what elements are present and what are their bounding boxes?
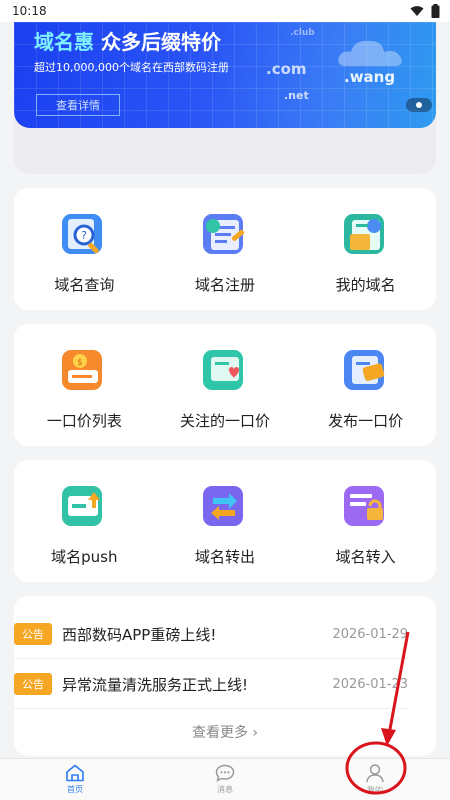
notice-date: 2026-01-23 bbox=[332, 676, 408, 692]
view-more-link[interactable]: 查看更多 › bbox=[0, 722, 450, 742]
home-icon bbox=[66, 764, 84, 782]
bottom-navigation: 首页 消息 我的 bbox=[0, 758, 450, 800]
banner-tld-com: .com bbox=[266, 60, 307, 78]
notice-date: 2026-01-29 bbox=[332, 626, 408, 642]
notice-tag: 公告 bbox=[14, 623, 52, 645]
notice-item[interactable]: 公告 异常流量清洗服务正式上线! 2026-01-23 bbox=[14, 671, 408, 697]
fixed-price-card: $ 一口价列表 关注的一口价 发布一口价 bbox=[14, 324, 436, 446]
battery-icon bbox=[431, 4, 440, 18]
banner-title-rest: 众多后缀特价 bbox=[100, 30, 221, 54]
domain-transfer-out-icon bbox=[203, 486, 243, 526]
nav-home[interactable]: 首页 bbox=[0, 759, 150, 800]
tile-publish-fixed-price[interactable]: 发布一口价 bbox=[295, 324, 436, 446]
svg-text:$: $ bbox=[77, 358, 83, 368]
carousel-indicator bbox=[406, 98, 432, 112]
tile-domain-transfer-out[interactable]: 域名转出 bbox=[155, 460, 296, 582]
tile-my-domain-label: 我的域名 bbox=[335, 276, 396, 294]
tile-fixed-price-list-label: 一口价列表 bbox=[46, 412, 122, 430]
domain-tools-card: ? 域名查询 域名注册 我的域名 bbox=[14, 188, 436, 310]
publish-fixed-price-icon bbox=[343, 350, 384, 390]
tile-domain-register-label: 域名注册 bbox=[195, 276, 256, 294]
tile-followed-fixed-price-label: 关注的一口价 bbox=[180, 412, 271, 430]
tile-publish-fixed-price-label: 发布一口价 bbox=[328, 412, 404, 430]
tile-my-domain[interactable]: 我的域名 bbox=[295, 188, 436, 310]
promo-banner[interactable]: .club .com .net .wang 域名惠 众多后缀特价 超过10,00… bbox=[14, 22, 436, 128]
user-icon bbox=[366, 764, 384, 783]
domain-push-icon bbox=[62, 486, 103, 526]
notice-title: 异常流量清洗服务正式上线! bbox=[62, 675, 249, 694]
notice-title: 西部数码APP重磅上线! bbox=[62, 625, 217, 644]
status-time: 10:18 bbox=[12, 4, 47, 18]
notice-divider bbox=[14, 708, 408, 709]
banner-title: 域名惠 众多后缀特价 bbox=[34, 26, 221, 55]
nav-messages[interactable]: 消息 bbox=[150, 759, 300, 800]
nav-mine-label: 我的 bbox=[367, 786, 383, 795]
notice-tag: 公告 bbox=[14, 673, 52, 695]
tile-domain-push-label: 域名push bbox=[51, 548, 118, 566]
tile-domain-register[interactable]: 域名注册 bbox=[155, 188, 296, 310]
nav-mine[interactable]: 我的 bbox=[300, 759, 450, 800]
wifi-icon bbox=[410, 6, 424, 16]
nav-messages-label: 消息 bbox=[217, 785, 233, 794]
tile-domain-search[interactable]: ? 域名查询 bbox=[14, 188, 155, 310]
notice-item[interactable]: 公告 西部数码APP重磅上线! 2026-01-29 bbox=[14, 621, 408, 647]
domain-search-icon: ? bbox=[62, 214, 103, 254]
status-bar: 10:18 bbox=[0, 0, 450, 22]
tile-domain-transfer-in[interactable]: 域名转入 bbox=[295, 460, 436, 582]
banner-tld-club: .club bbox=[290, 28, 315, 38]
banner-title-highlight: 域名惠 bbox=[34, 30, 94, 54]
tile-followed-fixed-price[interactable]: 关注的一口价 bbox=[155, 324, 296, 446]
domain-register-icon bbox=[203, 214, 245, 254]
nav-home-label: 首页 bbox=[67, 785, 83, 794]
tile-domain-transfer-in-label: 域名转入 bbox=[335, 548, 396, 566]
message-icon bbox=[215, 764, 235, 782]
notice-divider bbox=[14, 658, 408, 659]
status-icons bbox=[410, 4, 440, 18]
tile-domain-push[interactable]: 域名push bbox=[14, 460, 155, 582]
tile-fixed-price-list[interactable]: $ 一口价列表 bbox=[14, 324, 155, 446]
banner-tld-wang: .wang bbox=[344, 68, 396, 86]
fixed-price-list-icon: $ bbox=[62, 350, 103, 390]
view-details-button[interactable]: 查看详情 bbox=[36, 94, 120, 116]
tile-domain-search-label: 域名查询 bbox=[54, 276, 115, 294]
domain-transfer-in-icon bbox=[343, 486, 384, 526]
my-domain-icon bbox=[343, 214, 384, 254]
cloud-icon bbox=[338, 40, 402, 66]
followed-fixed-price-icon bbox=[203, 350, 243, 390]
banner-tld-net: .net bbox=[284, 89, 309, 102]
domain-transfer-card: 域名push 域名转出 域名转入 bbox=[14, 460, 436, 582]
svg-text:?: ? bbox=[81, 229, 87, 242]
tile-domain-transfer-out-label: 域名转出 bbox=[195, 548, 256, 566]
banner-subtitle: 超过10,000,000个域名在西部数码注册 bbox=[34, 61, 229, 74]
